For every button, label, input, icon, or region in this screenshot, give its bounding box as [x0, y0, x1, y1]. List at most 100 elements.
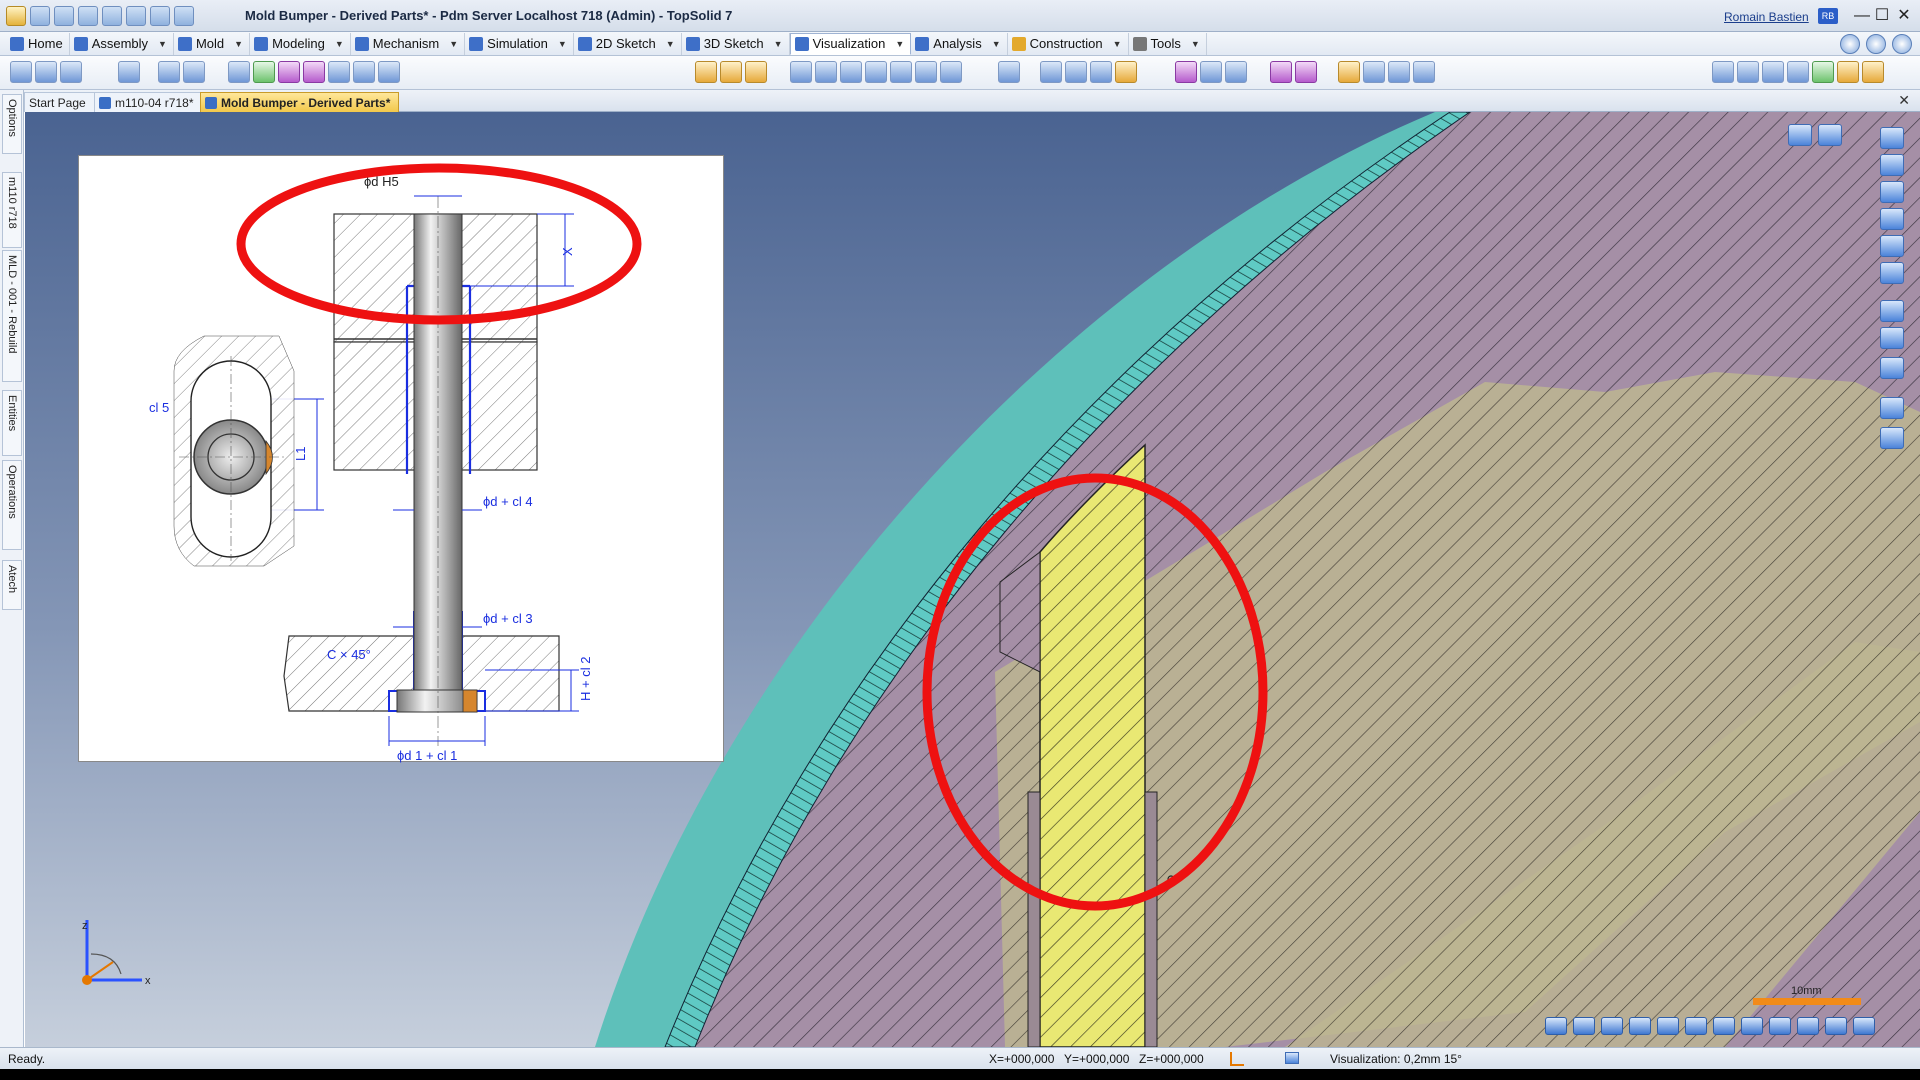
rotate-icon[interactable] [1880, 154, 1904, 176]
chevron-down-icon[interactable]: ▼ [158, 39, 167, 49]
chevron-down-icon[interactable]: ▼ [1113, 39, 1122, 49]
chevron-down-icon[interactable]: ▼ [1191, 39, 1200, 49]
zoom-in-icon[interactable] [1788, 124, 1812, 146]
insert-section[interactable] [1039, 443, 1146, 1047]
glasses-icon[interactable] [10, 61, 32, 83]
view-top-icon[interactable] [790, 61, 812, 83]
material-alt-icon[interactable] [1295, 61, 1317, 83]
screen-icon[interactable] [253, 61, 275, 83]
view-list-icon[interactable] [940, 61, 962, 83]
display-window-icon[interactable] [1413, 61, 1435, 83]
tab-construction[interactable]: Construction ▼ [1008, 32, 1129, 55]
visualization-icon[interactable] [1285, 1052, 1299, 1064]
camera-icon[interactable] [328, 61, 350, 83]
show-hide-icon[interactable] [158, 61, 180, 83]
pen-icon[interactable] [150, 6, 170, 26]
nav-arrow-3-icon[interactable] [1601, 1017, 1623, 1035]
section-clip-icon[interactable] [745, 61, 767, 83]
pick-icon[interactable] [1787, 61, 1809, 83]
tab-modeling[interactable]: Modeling ▼ [250, 32, 351, 55]
tab-assembly[interactable]: Assembly ▼ [70, 32, 174, 55]
save-icon[interactable] [30, 6, 50, 26]
layers-icon[interactable] [60, 61, 82, 83]
export-icon[interactable] [1812, 61, 1834, 83]
side-tab-options[interactable]: Options [2, 94, 22, 154]
side-tab-operations[interactable]: Operations [2, 460, 22, 550]
display-grid-icon[interactable] [1363, 61, 1385, 83]
pan-icon[interactable] [1880, 127, 1904, 149]
view-front-icon[interactable] [815, 61, 837, 83]
package-icon[interactable] [1862, 61, 1884, 83]
close-button[interactable]: ✕ [1892, 6, 1916, 26]
frame-icon[interactable] [998, 61, 1020, 83]
doc-tab-mold-bumper[interactable]: Mold Bumper - Derived Parts* [200, 92, 400, 112]
view-right-icon[interactable] [840, 61, 862, 83]
cube-icon[interactable] [1737, 61, 1759, 83]
chevron-down-icon[interactable]: ▼ [774, 39, 783, 49]
print-icon[interactable] [78, 6, 98, 26]
zoom-box-icon[interactable] [1880, 300, 1904, 322]
view-grid-icon[interactable] [1880, 262, 1904, 284]
cube-view-icon[interactable] [1880, 357, 1904, 379]
chevron-down-icon[interactable]: ▼ [666, 39, 675, 49]
side-tab-mld-rebuild[interactable]: MLD - 001 - Rebuild [2, 250, 22, 382]
side-tab-m110[interactable]: m110 r718 [2, 172, 22, 248]
search-icon[interactable] [1866, 34, 1886, 54]
display-mode-icon[interactable] [1338, 61, 1360, 83]
nav-arrow-12-icon[interactable] [1853, 1017, 1875, 1035]
view-bottom-icon[interactable] [890, 61, 912, 83]
zoom-out-icon[interactable] [1818, 124, 1842, 146]
close-document-icon[interactable]: ✕ [1898, 92, 1910, 109]
walk-icon[interactable] [378, 61, 400, 83]
image-icon[interactable] [278, 61, 300, 83]
section-box-icon[interactable] [720, 61, 742, 83]
tab-analysis[interactable]: Analysis ▼ [911, 32, 1008, 55]
side-tab-entities[interactable]: Entities [2, 390, 22, 456]
nav-arrow-2-icon[interactable] [1573, 1017, 1595, 1035]
redo-icon[interactable] [126, 6, 146, 26]
shaded-icon[interactable] [1040, 61, 1062, 83]
view-iso-icon[interactable] [865, 61, 887, 83]
orbit-icon[interactable] [1880, 235, 1904, 257]
maximize-button[interactable]: ☐ [1870, 6, 1894, 26]
nav-arrow-5-icon[interactable] [1657, 1017, 1679, 1035]
wireframe-icon[interactable] [1115, 61, 1137, 83]
refresh-icon[interactable] [174, 6, 194, 26]
zoom-window-icon[interactable] [1880, 181, 1904, 203]
nav-arrow-1-icon[interactable] [1545, 1017, 1567, 1035]
material-icon[interactable] [1270, 61, 1292, 83]
nav-arrow-7-icon[interactable] [1713, 1017, 1735, 1035]
chevron-down-icon[interactable]: ▼ [992, 39, 1001, 49]
filter-icon[interactable] [1225, 61, 1247, 83]
nav-arrow-8-icon[interactable] [1741, 1017, 1763, 1035]
help-icon[interactable] [1892, 34, 1912, 54]
chevron-down-icon[interactable]: ▼ [234, 39, 243, 49]
tab-tools[interactable]: Tools ▼ [1129, 32, 1207, 55]
lamp-icon[interactable] [228, 61, 250, 83]
display-split-icon[interactable] [1388, 61, 1410, 83]
tab-simulation[interactable]: Simulation ▼ [465, 32, 574, 55]
chevron-down-icon[interactable]: ▼ [895, 39, 904, 49]
side-tab-atech[interactable]: Atech [2, 560, 22, 610]
user-avatar[interactable]: RB [1818, 8, 1838, 24]
chevron-down-icon[interactable]: ▼ [335, 39, 344, 49]
app-menu-icon[interactable] [6, 6, 26, 26]
color-wheel-icon[interactable] [1175, 61, 1197, 83]
user-name-link[interactable]: Romain Bastien [1724, 10, 1809, 24]
tab-home[interactable]: Home [6, 32, 70, 55]
section-icon[interactable] [695, 61, 717, 83]
light-icon[interactable] [1200, 61, 1222, 83]
glasses-alt-icon[interactable] [35, 61, 57, 83]
zoom-all-icon[interactable] [1880, 208, 1904, 230]
sun-icon[interactable] [1880, 427, 1904, 449]
magnifier-icon[interactable] [1880, 327, 1904, 349]
undo-icon[interactable] [102, 6, 122, 26]
tab-mechanism[interactable]: Mechanism ▼ [351, 32, 466, 55]
nav-arrow-10-icon[interactable] [1797, 1017, 1819, 1035]
shaded-edges-icon[interactable] [1065, 61, 1087, 83]
save-all-icon[interactable] [54, 6, 74, 26]
doc-tab-start-page[interactable]: Start Page [24, 92, 95, 112]
box-icon[interactable] [1837, 61, 1859, 83]
axis-icon[interactable] [1712, 61, 1734, 83]
tab-mold[interactable]: Mold ▼ [174, 32, 251, 55]
